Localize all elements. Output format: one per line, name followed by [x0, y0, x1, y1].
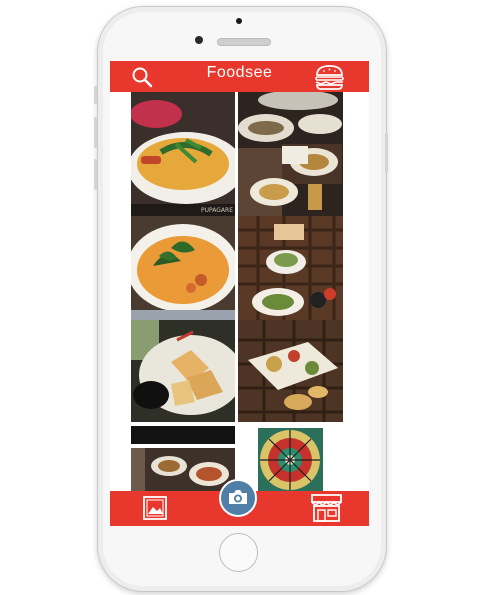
photo-tapas-board[interactable] [238, 320, 343, 422]
photo-mixed-dishes[interactable] [131, 448, 235, 492]
volume-up-button [94, 117, 97, 148]
photo-wontons[interactable] [131, 320, 235, 422]
photo-dark-tile[interactable] [131, 422, 235, 444]
photo-feed: PUPAGARE [131, 92, 343, 492]
photo-curry-basil[interactable] [131, 216, 235, 320]
store-icon[interactable] [310, 493, 343, 523]
photo-stained-glass[interactable] [258, 428, 323, 492]
camera-icon [229, 490, 247, 504]
mute-switch [94, 86, 97, 104]
camera-button[interactable] [219, 479, 257, 517]
app-screen: Foodsee PUPAGARE [110, 61, 369, 526]
front-camera [195, 36, 203, 44]
gallery-icon[interactable] [142, 495, 168, 521]
photo-watermark: PUPAGARE [201, 207, 233, 214]
volume-down-button [94, 159, 97, 190]
home-button[interactable] [219, 533, 258, 572]
earpiece-speaker [217, 38, 271, 46]
photo-platter-top[interactable] [238, 92, 343, 216]
burger-icon[interactable] [313, 64, 346, 91]
photo-skewers[interactable] [238, 216, 343, 320]
photo-curry-bowl[interactable]: PUPAGARE [131, 92, 235, 216]
power-button [385, 133, 388, 173]
proximity-sensor [236, 18, 242, 24]
top-bar: Foodsee [110, 61, 369, 92]
